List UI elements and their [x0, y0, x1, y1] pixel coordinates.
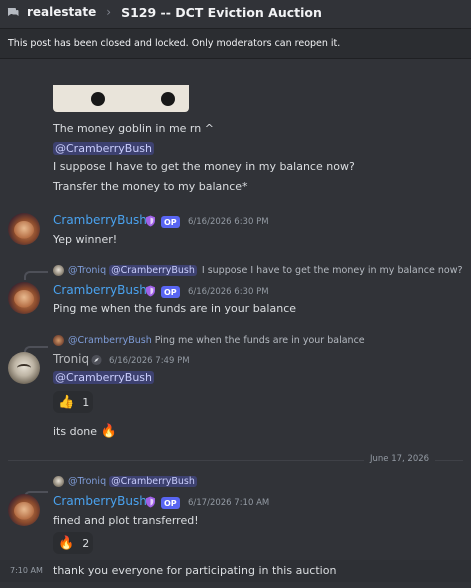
reply-mention: @CramberryBush	[109, 476, 197, 487]
avatar[interactable]	[8, 352, 40, 384]
reaction-count: 1	[82, 395, 90, 409]
reply-preview[interactable]: @CramberryBush Ping me when the funds ar…	[53, 335, 365, 346]
reply-avatar	[53, 335, 64, 346]
forum-icon	[7, 8, 19, 16]
bot-compass-icon	[91, 354, 102, 366]
avatar[interactable]	[8, 213, 40, 245]
thumbs-up-icon: 👍	[58, 394, 75, 410]
avatar[interactable]	[8, 282, 40, 314]
attached-image[interactable]	[53, 85, 189, 112]
message-text: The money goblin in me rn ^	[53, 122, 214, 135]
shield-role-icon	[146, 215, 155, 227]
message-list[interactable]: The money goblin in me rn ^ @CramberryBu…	[0, 60, 471, 588]
message-text: fined and plot transferred!	[53, 514, 199, 527]
op-badge: OP	[161, 216, 180, 228]
message-mention-line: @CramberryBush	[53, 142, 154, 155]
message-text: Ping me when the funds are in your balan…	[53, 302, 297, 315]
reply-text: I suppose I have to get the money in my …	[201, 265, 463, 276]
reply-preview[interactable]: @Troniq @CramberryBush I suppose I have …	[53, 265, 463, 276]
reply-preview[interactable]: @Troniq @CramberryBush	[53, 476, 202, 487]
message-text-line: its done 🔥	[53, 424, 117, 439]
breadcrumb-separator: ›	[106, 5, 112, 19]
reaction-fire[interactable]: 🔥 2	[53, 532, 93, 554]
user-mention[interactable]: @CramberryBush	[53, 142, 154, 155]
reply-connector	[24, 271, 48, 280]
message-timestamp[interactable]: 6/16/2026 7:49 PM	[109, 356, 190, 366]
message-mention-line: @CramberryBush	[53, 371, 154, 384]
message-timestamp[interactable]: 6/16/2026 6:30 PM	[188, 217, 269, 227]
locked-banner-text: This post has been closed and locked. On…	[8, 38, 341, 49]
message-text: its done	[53, 425, 98, 438]
breadcrumb-server[interactable]: realestate	[27, 5, 96, 19]
reply-avatar	[53, 476, 64, 487]
reply-author: @Troniq	[68, 265, 107, 276]
message-text: Yep winner!	[53, 233, 118, 246]
reply-text: Ping me when the funds are in your balan…	[154, 335, 365, 346]
thread-header: realestate › S129 -- DCT Eviction Auctio…	[0, 0, 471, 24]
message-text: Transfer the money to my balance*	[53, 180, 248, 193]
message-text: thank you everyone for participating in …	[53, 564, 337, 577]
message-text: I suppose I have to get the money in my …	[53, 160, 355, 173]
author-name[interactable]: Troniq	[53, 352, 89, 366]
reply-author: @CramberryBush	[68, 335, 152, 346]
user-mention[interactable]: @CramberryBush	[53, 371, 154, 384]
reaction-thumbs-up[interactable]: 👍 1	[53, 391, 93, 413]
author-name[interactable]: CramberryBush	[53, 213, 147, 227]
reaction-count: 2	[82, 536, 90, 550]
date-divider-label: June 17, 2026	[364, 454, 436, 464]
author-name[interactable]: CramberryBush	[53, 494, 147, 508]
fire-icon: 🔥	[58, 535, 75, 551]
op-badge: OP	[161, 497, 180, 509]
shield-role-icon	[146, 285, 155, 297]
reply-author: @Troniq	[68, 476, 107, 487]
message-timestamp[interactable]: 6/16/2026 6:30 PM	[188, 287, 269, 297]
shield-role-icon	[146, 496, 155, 508]
locked-banner: This post has been closed and locked. On…	[0, 28, 471, 59]
thread-title: S129 -- DCT Eviction Auction	[121, 4, 322, 20]
fire-icon: 🔥	[100, 424, 117, 439]
author-name[interactable]: CramberryBush	[53, 283, 147, 297]
message-timestamp[interactable]: 6/17/2026 7:10 AM	[188, 498, 269, 508]
avatar[interactable]	[8, 494, 40, 526]
message-timestamp[interactable]: 7:10 AM	[10, 566, 43, 575]
op-badge: OP	[161, 286, 180, 298]
reply-avatar	[53, 265, 64, 276]
reply-mention: @CramberryBush	[109, 265, 197, 276]
